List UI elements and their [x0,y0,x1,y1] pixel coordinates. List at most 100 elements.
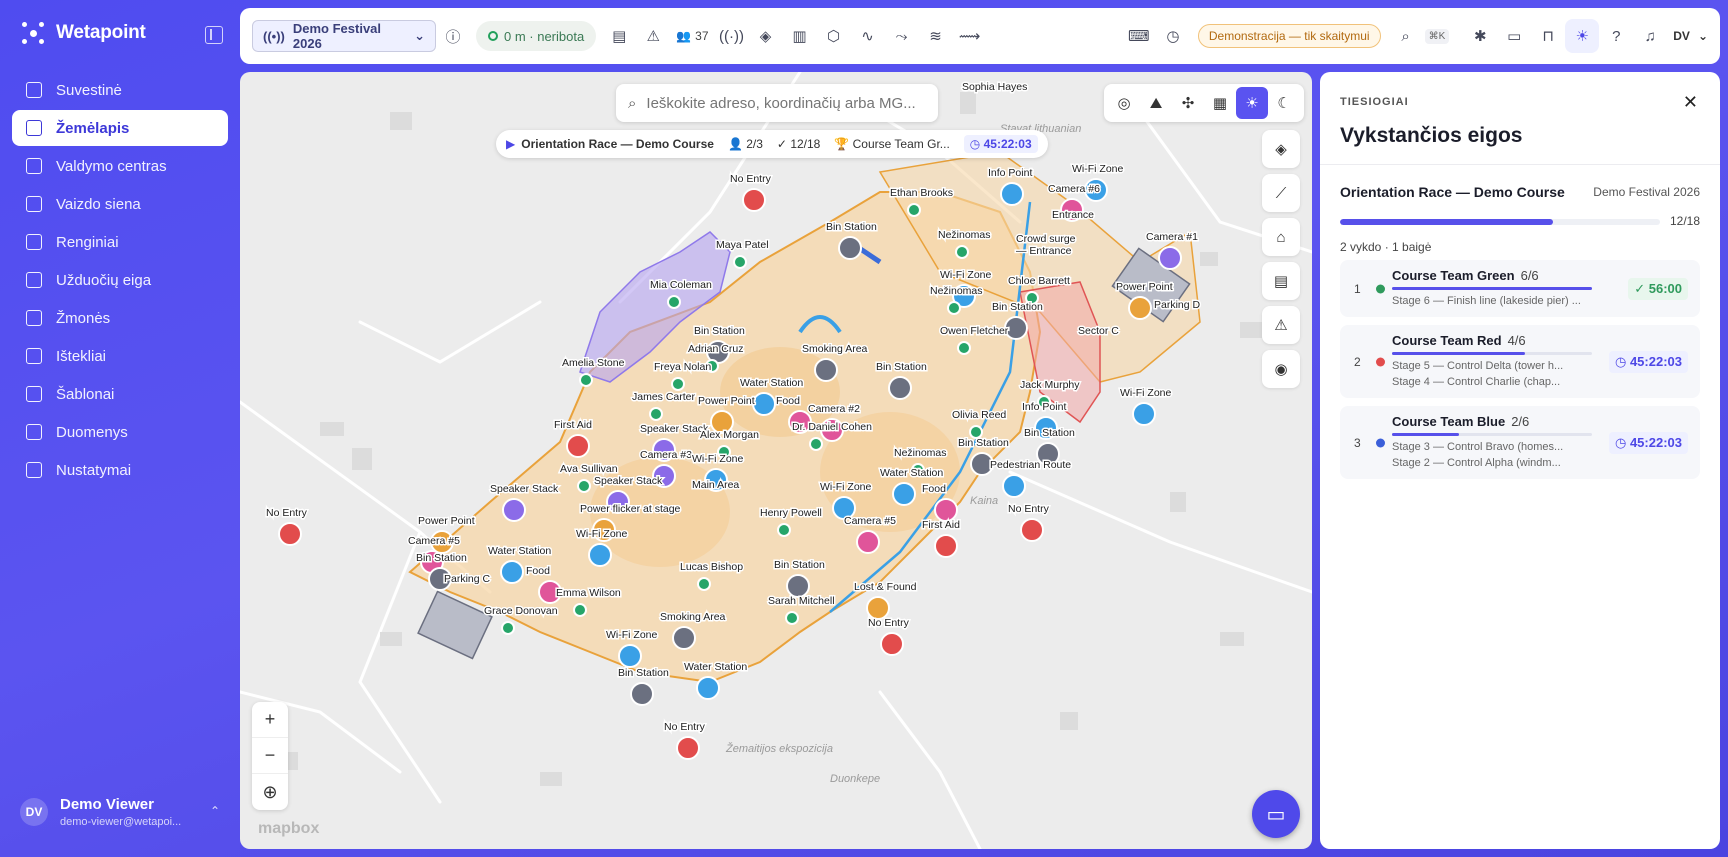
info-icon[interactable]: ⓘ [436,19,470,53]
poi-marker-icon[interactable] [630,682,654,706]
person-marker[interactable] [649,407,663,421]
chat-icon[interactable]: ▭ [1497,19,1531,53]
person-marker[interactable] [785,611,799,625]
poi-marker-icon[interactable] [838,236,862,260]
team-card[interactable]: 3 Course Team Blue 2/6 Stage 3 — Control … [1340,406,1700,479]
path-icon[interactable]: ⟿ [953,19,987,53]
nav-item-6[interactable]: Žmonės [12,300,228,336]
poi-marker-icon[interactable] [672,626,696,650]
bug-icon[interactable]: ✱ [1463,19,1497,53]
poi-marker-icon[interactable] [752,392,776,416]
person-marker[interactable] [955,245,969,259]
dark-map-icon[interactable]: ☾ [1268,87,1300,119]
person-marker[interactable] [947,301,961,315]
building-icon[interactable]: ▥ [783,19,817,53]
poi-marker-icon[interactable] [934,498,958,522]
person-marker[interactable] [907,203,921,217]
locate-icon[interactable]: ⊕ [252,774,288,810]
poi-marker-icon[interactable] [934,534,958,558]
poi-marker-icon[interactable] [786,574,810,598]
clipboard-icon[interactable]: ▤ [1262,262,1300,300]
nav-item-3[interactable]: Vaizdo siena [12,186,228,222]
tag-icon[interactable]: ⌂ [1262,218,1300,256]
terrain-icon[interactable]: ⛰ [1140,87,1172,119]
poi-marker-icon[interactable] [814,358,838,382]
poi-marker-icon[interactable] [1158,246,1182,270]
person-marker[interactable] [809,437,823,451]
poi-marker-icon[interactable] [696,676,720,700]
nav-item-5[interactable]: Užduočių eiga [12,262,228,298]
nav-item-2[interactable]: Valdymo centras [12,148,228,184]
topbar-user-menu[interactable]: DV ⌄ [1673,29,1708,43]
user-menu[interactable]: DV Demo Viewer demo-viewer@wetapoi... ⌃ [20,796,224,828]
poi-marker-icon[interactable] [888,376,912,400]
street-map-icon[interactable]: ▦ [1204,87,1236,119]
poi-marker-icon[interactable] [278,522,302,546]
radar-icon[interactable]: ◉ [1262,350,1300,388]
person-marker[interactable] [577,479,591,493]
poi-marker-icon[interactable] [566,434,590,458]
map-search-input[interactable] [646,94,917,112]
map-canvas[interactable]: Stavat lithuanian ium Kaina Žemaitijos e… [240,72,1312,849]
map-search[interactable]: ⌕ [616,84,938,122]
nav-item-8[interactable]: Šablonai [12,376,228,412]
warning-icon[interactable]: ⚠ [1262,306,1300,344]
activity-icon[interactable]: ∿ [851,19,885,53]
clipboard-icon[interactable]: ▤ [602,19,636,53]
status-pill[interactable]: 0 m · neribota [476,21,597,51]
satellite-icon[interactable]: ✣ [1172,87,1204,119]
poi-marker-icon[interactable] [892,482,916,506]
person-marker[interactable] [777,523,791,537]
brand[interactable]: Wetapoint [22,22,146,44]
poi-marker-icon[interactable] [1132,402,1156,426]
search-icon[interactable]: ⌕ [1389,19,1423,53]
layers-icon[interactable]: ◈ [1262,130,1300,168]
person-marker[interactable] [957,341,971,355]
team-card[interactable]: 1 Course Team Green 6/6 Stage 6 — Finish … [1340,260,1700,317]
poi-marker-icon[interactable] [1128,296,1152,320]
bell-icon[interactable]: ♫ [1633,19,1667,53]
poi-marker-icon[interactable] [588,543,612,567]
people-count-button[interactable]: 👥 37 [670,29,714,43]
nav-item-1[interactable]: Žemėlapis [12,110,228,146]
help-icon[interactable]: ? [1599,19,1633,53]
poi-marker-icon[interactable] [742,188,766,212]
person-marker[interactable] [573,603,587,617]
globe-icon[interactable]: ◎ [1108,87,1140,119]
clock-icon[interactable]: ◷ [1156,19,1190,53]
warning-icon[interactable]: ⚠ [636,19,670,53]
poi-marker-icon[interactable] [856,530,880,554]
nav-item-9[interactable]: Duomenys [12,414,228,450]
poi-marker-icon[interactable] [880,632,904,656]
person-marker[interactable] [667,295,681,309]
poi-marker-icon[interactable] [500,560,524,584]
person-marker[interactable] [579,373,593,387]
poi-marker-icon[interactable] [502,498,526,522]
poi-marker-icon[interactable] [618,644,642,668]
nav-item-4[interactable]: Renginiai [12,224,228,260]
poi-marker-icon[interactable] [866,596,890,620]
nav-item-7[interactable]: Ištekliai [12,338,228,374]
ruler-icon[interactable]: ⟋ [1262,174,1300,212]
team-card[interactable]: 2 Course Team Red 4/6 Stage 5 — Control D… [1340,325,1700,398]
poi-marker-icon[interactable] [1020,518,1044,542]
keyboard-icon[interactable]: ⌨ [1122,19,1156,53]
person-marker[interactable] [671,377,685,391]
theme-light-icon[interactable]: ☀ [1565,19,1600,53]
race-status-bar[interactable]: ▶ Orientation Race — Demo Course 👤 2/3 ✓… [496,130,1048,158]
signal-icon[interactable]: ((·)) [715,19,749,53]
close-icon[interactable]: ✕ [1683,92,1698,113]
zoom-out-button[interactable]: − [252,738,288,774]
nav-item-10[interactable]: Nustatymai [12,452,228,488]
poi-marker-icon[interactable] [676,736,700,760]
person-marker[interactable] [501,621,515,635]
inbox-icon[interactable]: ⊓ [1531,19,1565,53]
poi-marker-icon[interactable] [1004,316,1028,340]
event-select[interactable]: ((•)) Demo Festival 2026 ⌄ [252,20,436,52]
poi-marker-icon[interactable] [1000,182,1024,206]
package-icon[interactable]: ⬡ [817,19,851,53]
chat-fab-button[interactable]: ▭ [1252,790,1300,838]
route-icon[interactable]: ⤳ [885,19,919,53]
layers-icon[interactable]: ◈ [749,19,783,53]
light-map-icon[interactable]: ☀ [1236,87,1268,119]
